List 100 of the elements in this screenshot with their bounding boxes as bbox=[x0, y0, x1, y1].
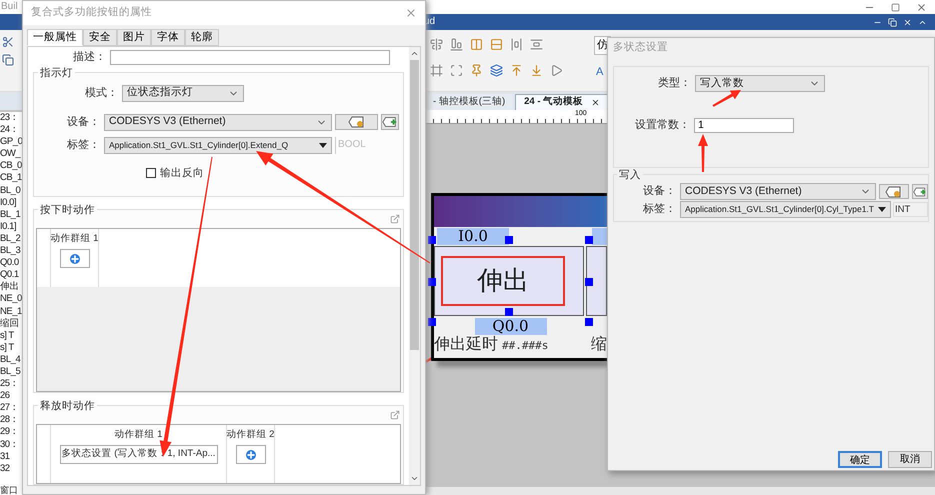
list-item[interactable]: 28： bbox=[0, 414, 24, 426]
dialog-button[interactable]: 取消 bbox=[888, 451, 932, 468]
bring-forward-icon[interactable] bbox=[510, 64, 523, 77]
scroll-down-icon[interactable] bbox=[410, 474, 419, 483]
selection-handle[interactable] bbox=[428, 318, 436, 326]
align-bottom-icon[interactable] bbox=[450, 38, 463, 51]
constant-field[interactable]: 1 bbox=[694, 118, 794, 133]
tag-add-icon bbox=[913, 186, 927, 198]
rows-icon[interactable] bbox=[490, 38, 503, 51]
column-header: 动作群组 2 bbox=[226, 428, 274, 442]
tab[interactable]: 轮廓 bbox=[185, 29, 219, 46]
selection-handle[interactable] bbox=[585, 278, 593, 286]
pin-icon[interactable] bbox=[470, 64, 483, 77]
list-item[interactable]: BL_1 bbox=[0, 208, 24, 221]
neighbor-address bbox=[592, 228, 607, 245]
list-item[interactable]: GP_0 bbox=[0, 136, 24, 148]
list-item[interactable]: s] T bbox=[0, 330, 24, 342]
dropdown[interactable]: 写入常数 bbox=[695, 75, 825, 92]
list-item[interactable]: BL_3 bbox=[0, 245, 24, 258]
tag-icon bbox=[348, 116, 366, 128]
list-item[interactable]: 27： bbox=[0, 402, 24, 414]
tab[interactable]: 图片 bbox=[117, 29, 151, 46]
list-item[interactable]: NE_0 bbox=[0, 293, 24, 306]
selection-handle[interactable] bbox=[585, 236, 593, 244]
maximize-icon[interactable] bbox=[891, 2, 900, 12]
scroll-up-icon[interactable] bbox=[410, 49, 419, 58]
distribute-vertical-icon[interactable] bbox=[530, 38, 543, 51]
checkbox[interactable] bbox=[146, 168, 156, 178]
restore-icon[interactable] bbox=[888, 18, 897, 26]
document-tab[interactable]: 24 - 气动模板 bbox=[515, 94, 610, 110]
scroll-thumb[interactable] bbox=[410, 60, 419, 350]
list-item[interactable]: BL_0 bbox=[0, 184, 24, 197]
column-header: 动作群组 1 bbox=[114, 428, 162, 442]
document-tab[interactable]: - 轴控模板(三轴) bbox=[425, 94, 514, 110]
tag-picker-button[interactable] bbox=[335, 114, 378, 130]
list-item[interactable]: OW_ bbox=[0, 148, 24, 160]
add-action-button[interactable] bbox=[60, 249, 90, 268]
description-field[interactable] bbox=[110, 50, 390, 65]
list-item[interactable]: I0.0] bbox=[0, 196, 24, 209]
add-action-button[interactable] bbox=[236, 445, 266, 464]
selection-handle[interactable] bbox=[428, 278, 436, 286]
add-tag-button[interactable] bbox=[381, 114, 399, 130]
dropdown[interactable]: Application.St1_GVL.St1_Cylinder[0].Cyl_Type1.T bbox=[680, 201, 891, 218]
selection-handle[interactable] bbox=[505, 236, 513, 244]
selection-handle[interactable] bbox=[505, 308, 513, 316]
layers-icon[interactable] bbox=[490, 64, 503, 77]
list-item[interactable]: 伸出 bbox=[0, 281, 24, 294]
push-button[interactable]: 伸出 bbox=[434, 246, 584, 316]
list-item[interactable]: Q0.0 bbox=[0, 257, 24, 270]
list-item[interactable]: BL_5 bbox=[0, 366, 24, 378]
copy-icon[interactable] bbox=[2, 54, 14, 66]
distribute-horizontal-icon[interactable] bbox=[510, 38, 523, 51]
tab[interactable]: 字体 bbox=[151, 29, 185, 46]
list-item[interactable]: CB_1 bbox=[0, 172, 24, 185]
list-item[interactable]: NE_1 bbox=[0, 306, 24, 318]
selection-handle[interactable] bbox=[585, 318, 593, 326]
list-item[interactable]: I0.1] bbox=[0, 220, 24, 233]
close-icon[interactable] bbox=[903, 18, 912, 26]
expand-icon[interactable] bbox=[390, 214, 400, 224]
play-icon[interactable] bbox=[550, 64, 563, 77]
tag-picker-button[interactable] bbox=[879, 184, 909, 199]
field-label: 描述： bbox=[73, 50, 106, 65]
field-label: 标签： bbox=[642, 202, 676, 218]
dropdown[interactable]: Application.St1_GVL.St1_Cylinder[0].Extend_Q bbox=[104, 136, 332, 154]
list-item[interactable]: 30： bbox=[0, 438, 24, 451]
type-field: BOOL bbox=[335, 136, 389, 154]
list-item[interactable]: 25： bbox=[0, 378, 24, 390]
columns-icon[interactable] bbox=[470, 38, 483, 51]
dialog-button[interactable]: 确定 bbox=[838, 451, 882, 468]
scissors-icon[interactable] bbox=[2, 36, 14, 48]
list-item[interactable]: 29： bbox=[0, 426, 24, 439]
dropdown-arrow-icon bbox=[878, 207, 886, 212]
dropdown[interactable]: 位状态指示灯 bbox=[122, 84, 244, 102]
list-item[interactable]: BL_2 bbox=[0, 232, 24, 246]
tag-add-icon bbox=[382, 116, 398, 128]
send-backward-icon[interactable] bbox=[530, 64, 543, 77]
list-item[interactable]: 24： bbox=[0, 124, 24, 136]
list-item[interactable]: s] T bbox=[0, 342, 24, 354]
list-item[interactable]: 32 bbox=[0, 462, 24, 475]
list-item[interactable]: 缩回 bbox=[0, 318, 24, 330]
tab[interactable]: 一般属性 bbox=[27, 29, 83, 46]
expand-icon[interactable] bbox=[390, 410, 400, 420]
dropdown[interactable]: CODESYS V3 (Ethernet) bbox=[104, 114, 332, 130]
list-item[interactable]: Q0.1 bbox=[0, 269, 24, 282]
close-icon[interactable] bbox=[591, 98, 600, 107]
add-tag-button[interactable] bbox=[912, 184, 928, 199]
list-item[interactable]: 31 bbox=[0, 450, 24, 463]
align-center-icon[interactable] bbox=[430, 38, 443, 51]
list-item[interactable]: 26 bbox=[0, 390, 24, 402]
dropdown[interactable]: CODESYS V3 (Ethernet) bbox=[680, 183, 876, 200]
list-item[interactable]: 23： bbox=[0, 112, 24, 124]
list-item[interactable]: CB_0 bbox=[0, 160, 24, 172]
bottom-tab[interactable]: 窗口 bbox=[0, 485, 24, 495]
type-field: INT bbox=[893, 202, 928, 217]
selection-handle[interactable] bbox=[428, 236, 436, 244]
tab[interactable]: 安全 bbox=[83, 29, 117, 46]
add-icon bbox=[246, 450, 256, 460]
field-label: 设备： bbox=[642, 184, 676, 200]
list-item[interactable]: BL_4 bbox=[0, 354, 24, 366]
scan-icon[interactable] bbox=[450, 64, 463, 77]
